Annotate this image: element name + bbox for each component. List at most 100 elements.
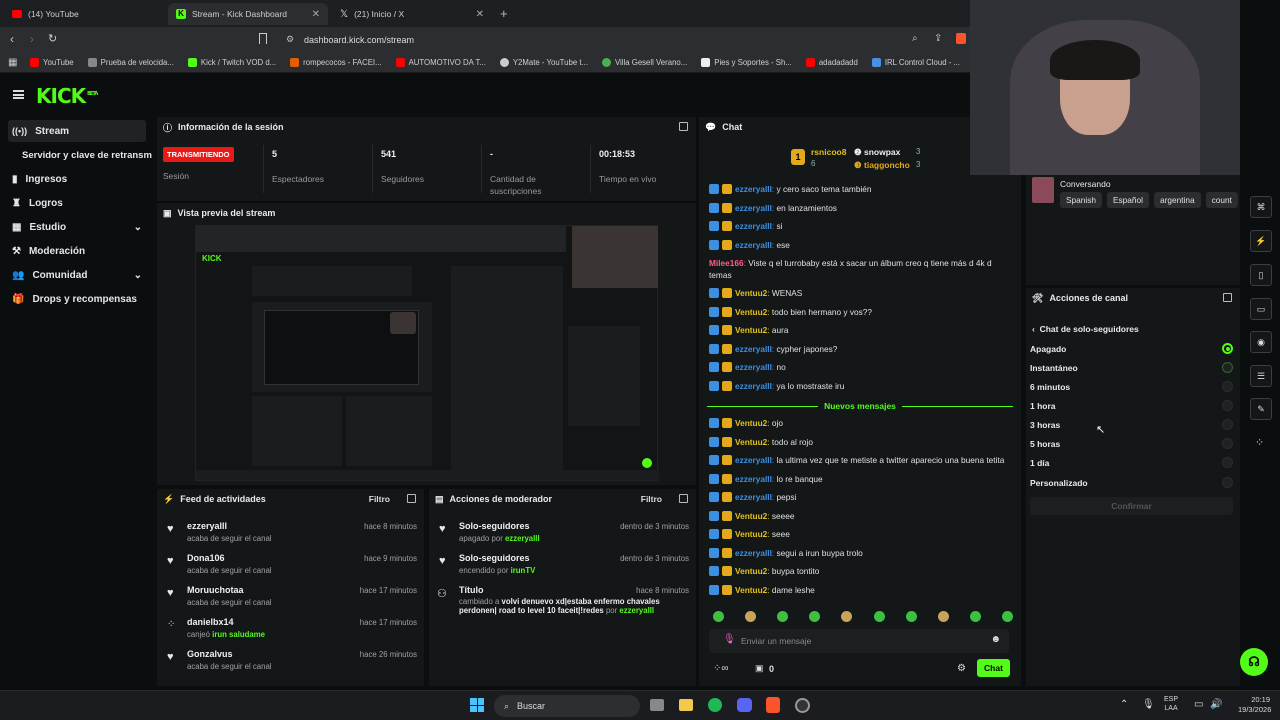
rail-button-document[interactable]: ▯ bbox=[1250, 264, 1272, 286]
rail-button-bolt[interactable]: ⚡ bbox=[1250, 230, 1272, 252]
steam-icon[interactable] bbox=[795, 698, 810, 713]
forward-icon[interactable]: › bbox=[30, 32, 34, 46]
gift-icon[interactable]: ▣ bbox=[755, 663, 764, 674]
top-user-3[interactable]: ❸ tiaggoncho bbox=[854, 160, 910, 171]
back-button[interactable]: ‹ Chat de solo-seguidores bbox=[1032, 324, 1139, 334]
sidebar-item-drops[interactable]: 🎁 Drops y recompensas bbox=[8, 288, 146, 310]
reload-icon[interactable]: ↻ bbox=[48, 32, 57, 45]
radio-option[interactable] bbox=[1222, 477, 1233, 488]
emote-icon[interactable] bbox=[969, 611, 981, 622]
bookmark-item[interactable]: Kick / Twitch VOD d... bbox=[187, 58, 276, 67]
emote-icon[interactable] bbox=[841, 611, 853, 622]
bookmark-item[interactable]: IRL Control Cloud - ... bbox=[871, 58, 960, 67]
rail-button-stream-info[interactable]: ⌘ bbox=[1250, 196, 1272, 218]
bookmark-item[interactable]: rompecocos - FACEI... bbox=[290, 58, 382, 67]
emote-icon[interactable] bbox=[1001, 611, 1013, 622]
sidebar-item-logros[interactable]: ♜ Logros bbox=[8, 192, 146, 214]
network-icon[interactable]: ▭ bbox=[1194, 699, 1203, 710]
tag[interactable]: argentina bbox=[1153, 192, 1201, 208]
back-icon[interactable]: ‹ bbox=[10, 32, 14, 46]
chat-username[interactable]: ezzeryalll bbox=[735, 474, 772, 484]
taskbar-search[interactable]: ⌕ Buscar bbox=[494, 695, 640, 717]
radio-option[interactable] bbox=[1222, 438, 1233, 449]
emote-icon[interactable] bbox=[873, 611, 885, 622]
chat-username[interactable]: Milee166 bbox=[709, 258, 744, 268]
emote-icon[interactable] bbox=[809, 611, 821, 622]
feed-user[interactable]: Moruuchotaa bbox=[187, 585, 244, 595]
feed-user[interactable]: danielbx14 bbox=[187, 617, 234, 627]
chevron-up-icon[interactable]: ⌃ bbox=[1120, 699, 1128, 710]
settings-gear-icon[interactable]: ⚙ bbox=[957, 663, 966, 674]
zoom-icon[interactable]: ⌕ bbox=[912, 33, 918, 44]
chat-username[interactable]: ezzeryalll bbox=[735, 548, 772, 558]
chat-username[interactable]: ezzeryalll bbox=[735, 203, 772, 213]
brave-shield-icon[interactable] bbox=[956, 33, 966, 44]
moderator-name[interactable]: irunTV bbox=[511, 566, 536, 575]
sidebar-item-stream[interactable]: ((•)) Stream bbox=[8, 120, 146, 142]
moderator-name[interactable]: ezzeryalll bbox=[619, 606, 654, 615]
sidebar-item-server-key[interactable]: Servidor y clave de retransm bbox=[18, 144, 158, 166]
bookmark-item[interactable]: YouTube bbox=[30, 58, 74, 67]
volume-icon[interactable]: 🔊 bbox=[1210, 699, 1222, 710]
sidebar-item-moderacion[interactable]: ⚒ Moderación bbox=[8, 240, 146, 262]
radio-option[interactable] bbox=[1222, 457, 1233, 468]
feed-user[interactable]: Gonzalvus bbox=[187, 649, 233, 659]
site-info-icon[interactable]: ⚙ bbox=[286, 34, 294, 45]
clock[interactable]: 20:19 19/3/2026 bbox=[1238, 695, 1271, 715]
sidebar-item-comunidad[interactable]: 👥 Comunidad ⌄ bbox=[8, 264, 146, 286]
close-tab-icon[interactable]: ✕ bbox=[476, 9, 484, 20]
kick-logo[interactable]: KICK BETA bbox=[36, 84, 98, 108]
stream-preview-video[interactable]: KICK bbox=[195, 225, 659, 481]
discord-icon[interactable] bbox=[737, 698, 752, 712]
tab-x[interactable]: 𝕏 (21) Inicio / X ✕ bbox=[332, 3, 492, 25]
radio-option-selected[interactable] bbox=[1222, 343, 1233, 354]
emote-icon[interactable] bbox=[937, 611, 949, 622]
feed-user[interactable]: Dona106 bbox=[187, 553, 225, 563]
category-name[interactable]: Conversando bbox=[1060, 179, 1111, 189]
chat-username[interactable]: Ventuu2 bbox=[735, 288, 767, 298]
language-indicator[interactable]: ESP LAA bbox=[1164, 695, 1178, 713]
microphone-icon[interactable]: 🎙 bbox=[723, 634, 736, 645]
filter-button[interactable]: Filtro bbox=[369, 494, 390, 504]
close-tab-icon[interactable]: ✕ bbox=[312, 9, 320, 20]
rail-button-broadcast[interactable]: ◉ bbox=[1250, 331, 1272, 353]
emote-icon[interactable] bbox=[745, 611, 757, 622]
tag[interactable]: Spanish bbox=[1060, 192, 1102, 208]
bookmark-item[interactable]: Y2Mate - YouTube t... bbox=[499, 58, 588, 67]
emote-icon[interactable] bbox=[713, 611, 724, 622]
tab-kick-dashboard[interactable]: K Stream - Kick Dashboard ✕ bbox=[168, 3, 328, 25]
chat-username[interactable]: Ventuu2 bbox=[735, 585, 767, 595]
bookmark-icon[interactable] bbox=[259, 33, 267, 44]
brave-icon[interactable] bbox=[766, 697, 780, 713]
bookmark-item[interactable]: Villa Gesell Verano... bbox=[602, 58, 687, 67]
chat-username[interactable]: Ventuu2 bbox=[735, 437, 767, 447]
chat-username[interactable]: ezzeryalll bbox=[735, 221, 772, 231]
top-user-2[interactable]: ❷ snowpax bbox=[854, 147, 900, 158]
users-icon[interactable]: ⁘ bbox=[1255, 436, 1264, 449]
rail-button-wrench[interactable]: ✎ bbox=[1250, 398, 1272, 420]
popout-icon[interactable] bbox=[679, 494, 688, 503]
tab-youtube[interactable]: (14) YouTube bbox=[4, 3, 164, 25]
popout-icon[interactable] bbox=[679, 122, 688, 131]
chat-username[interactable]: ezzeryalll bbox=[735, 362, 772, 372]
chat-username[interactable]: Ventuu2 bbox=[735, 325, 767, 335]
sidebar-item-estudio[interactable]: ▦ Estudio ⌄ bbox=[8, 216, 146, 238]
menu-icon[interactable] bbox=[13, 90, 24, 99]
bookmark-item[interactable]: Prueba de velocida... bbox=[87, 58, 174, 67]
bookmark-item[interactable]: Pies y Soportes - Sh... bbox=[701, 58, 792, 67]
help-support-icon[interactable]: ☊ bbox=[1240, 648, 1268, 676]
moderator-name[interactable]: ezzeryalll bbox=[505, 534, 540, 543]
popout-icon[interactable] bbox=[407, 494, 416, 503]
radio-option[interactable] bbox=[1222, 362, 1233, 373]
spotify-icon[interactable] bbox=[708, 698, 722, 712]
bookmark-item[interactable]: AUTOMOTIVO DA T... bbox=[395, 58, 486, 67]
emoji-icon[interactable]: ☻ bbox=[990, 634, 1001, 645]
chat-username[interactable]: ezzeryalll bbox=[735, 184, 772, 194]
tag[interactable]: count bbox=[1205, 192, 1238, 208]
radio-option[interactable] bbox=[1222, 419, 1233, 430]
tag[interactable]: Español bbox=[1106, 192, 1149, 208]
sidebar-item-ingresos[interactable]: ▮ Ingresos bbox=[8, 168, 146, 190]
chat-username[interactable]: ezzeryalll bbox=[735, 344, 772, 354]
chat-username[interactable]: ezzeryalll bbox=[735, 492, 772, 502]
rail-button-list[interactable]: ☰ bbox=[1250, 365, 1272, 387]
